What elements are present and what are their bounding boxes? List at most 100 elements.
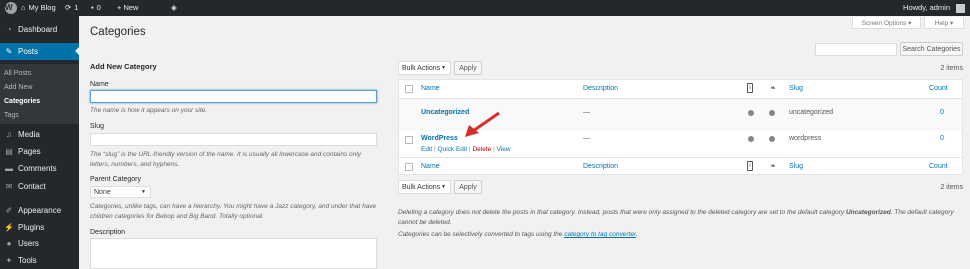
admin-sidebar: ◔ Dashboard ✎ Posts All Posts Add New Ca… bbox=[0, 16, 79, 269]
chevron-down-icon: ▼ bbox=[141, 189, 146, 195]
home-icon: ⌂ bbox=[21, 3, 26, 12]
row-checkbox[interactable] bbox=[405, 136, 413, 144]
sidebar-item-label: Posts bbox=[18, 47, 39, 56]
items-count-bottom: 2 items bbox=[940, 184, 963, 191]
screen-options-label: Screen Options ▾ bbox=[861, 19, 912, 27]
column-count[interactable]: Count bbox=[929, 85, 948, 92]
plug-icon: ⚡ bbox=[4, 223, 14, 232]
category-to-tag-converter-link[interactable]: category to tag converter bbox=[564, 231, 636, 238]
bulk-actions-select-bottom[interactable]: Bulk Actions ▼ bbox=[398, 180, 451, 194]
chevron-down-icon: ▼ bbox=[441, 184, 446, 190]
avatar bbox=[956, 3, 965, 13]
mail-icon: ✉ bbox=[5, 182, 13, 191]
diamond-icon[interactable]: ◈ bbox=[171, 0, 177, 16]
posts-status-icon: i bbox=[747, 161, 753, 171]
screen-options-button[interactable]: Screen Options ▾ bbox=[852, 17, 921, 29]
help-button[interactable]: Help ▾ bbox=[924, 17, 964, 29]
sidebar-item-label: Dashboard bbox=[18, 25, 58, 34]
delete-note-text: Deleting a category does not delete the … bbox=[398, 209, 846, 216]
table-row: WordPress — wordpress 0 Edit | Quick Edi… bbox=[399, 111, 962, 157]
default-category-name: Uncategorized bbox=[845, 209, 891, 216]
convert-note: Categories can be selectively converted … bbox=[398, 230, 963, 240]
sidebar-item-plugins[interactable]: ⚡ Plugins bbox=[0, 219, 79, 236]
delete-note: Deleting a category does not delete the … bbox=[398, 208, 963, 227]
pin-icon: ✎ bbox=[5, 47, 13, 56]
slug-label: Slug bbox=[90, 123, 105, 130]
column-count[interactable]: Count bbox=[929, 163, 948, 170]
search-button-label: Search Categories bbox=[902, 45, 961, 53]
page-title: Categories bbox=[90, 26, 146, 38]
row-slug: wordpress bbox=[789, 135, 822, 142]
comments-link[interactable]: ▪ 0 bbox=[91, 0, 101, 16]
column-description[interactable]: Description bbox=[583, 163, 618, 170]
sidebar-item-posts[interactable]: ✎ Posts bbox=[0, 43, 79, 60]
sidebar-item-label: Media bbox=[18, 130, 40, 139]
apply-button-top[interactable]: Apply bbox=[454, 61, 482, 75]
feather-icon: ❧ bbox=[770, 163, 776, 170]
row-name-link[interactable]: WordPress bbox=[421, 135, 458, 142]
categories-table: Name Description i ❧ Slug Count Uncatego… bbox=[398, 79, 963, 175]
sidebar-item-dashboard[interactable]: ◔ Dashboard bbox=[0, 21, 79, 38]
users-icon: ● bbox=[6, 239, 12, 248]
sidebar-item-contact[interactable]: ✉ Contact bbox=[0, 178, 79, 195]
column-name[interactable]: Name bbox=[421, 85, 440, 92]
row-count-link[interactable]: 0 bbox=[940, 135, 944, 142]
select-all-checkbox-bottom[interactable] bbox=[405, 163, 413, 171]
column-description[interactable]: Description bbox=[583, 85, 618, 92]
sidebar-item-label: Pages bbox=[18, 147, 41, 156]
search-categories-button[interactable]: Search Categories bbox=[900, 42, 963, 56]
separator: | bbox=[493, 146, 495, 153]
howdy-text: Howdy, admin bbox=[903, 3, 950, 12]
sidebar-item-comments[interactable]: ▬ Comments bbox=[0, 160, 79, 177]
row-name-link[interactable]: Uncategorized bbox=[421, 109, 469, 116]
sidebar-item-label: Plugins bbox=[18, 223, 45, 232]
delete-link[interactable]: Delete bbox=[472, 146, 491, 153]
name-input[interactable] bbox=[90, 90, 377, 103]
submenu-add-new[interactable]: Add New bbox=[4, 84, 32, 91]
parent-category-select[interactable]: None ▼ bbox=[90, 186, 151, 198]
posts-status-icon: i bbox=[747, 83, 753, 93]
column-name[interactable]: Name bbox=[421, 163, 440, 170]
convert-note-text: Categories can be selectively converted … bbox=[398, 231, 565, 238]
sidebar-item-label: Tools bbox=[18, 256, 37, 265]
slug-input[interactable] bbox=[90, 133, 377, 146]
status-dot-icon bbox=[748, 110, 754, 116]
column-slug[interactable]: Slug bbox=[789, 85, 803, 92]
status-dot-icon bbox=[769, 136, 775, 142]
edit-link[interactable]: Edit bbox=[421, 146, 432, 153]
sidebar-item-pages[interactable]: ▤ Pages bbox=[0, 143, 79, 160]
site-name-link[interactable]: ⌂ My Blog bbox=[21, 0, 56, 16]
wrench-icon: ✦ bbox=[5, 256, 13, 265]
apply-button-bottom[interactable]: Apply bbox=[454, 180, 482, 194]
help-label: Help ▾ bbox=[934, 19, 954, 27]
comments-count: 0 bbox=[96, 3, 101, 12]
sidebar-item-media[interactable]: ♫ Media bbox=[0, 126, 79, 143]
updates-count: 1 bbox=[74, 3, 79, 12]
sidebar-item-appearance[interactable]: ✐ Appearance bbox=[0, 202, 79, 219]
sidebar-item-tools[interactable]: ✦ Tools bbox=[0, 252, 79, 269]
description-label: Description bbox=[90, 229, 126, 236]
submenu-tags[interactable]: Tags bbox=[4, 112, 19, 119]
wordpress-logo-icon[interactable]: W bbox=[5, 2, 17, 14]
parent-category-hint: Categories, unlike tags, can have a hier… bbox=[90, 203, 377, 220]
column-slug[interactable]: Slug bbox=[789, 163, 803, 170]
submenu-categories[interactable]: Categories bbox=[4, 98, 40, 105]
updates-link[interactable]: ⟳ 1 bbox=[65, 0, 78, 16]
search-input[interactable] bbox=[815, 43, 897, 56]
chevron-down-icon: ▼ bbox=[441, 65, 446, 71]
account-menu[interactable]: Howdy, admin bbox=[903, 0, 965, 16]
select-all-checkbox[interactable] bbox=[405, 85, 413, 93]
bulk-actions-select-top[interactable]: Bulk Actions ▼ bbox=[398, 61, 451, 75]
status-dot-icon bbox=[748, 136, 754, 142]
sidebar-item-label: Contact bbox=[18, 182, 46, 191]
submenu-all-posts[interactable]: All Posts bbox=[4, 70, 31, 77]
quick-edit-link[interactable]: Quick Edit bbox=[438, 146, 468, 153]
row-count-link[interactable]: 0 bbox=[940, 109, 944, 116]
sidebar-item-users[interactable]: ● Users bbox=[0, 235, 79, 252]
new-content-link[interactable]: + New bbox=[117, 0, 138, 16]
name-label: Name bbox=[90, 81, 109, 88]
sidebar-item-label: Appearance bbox=[18, 206, 62, 215]
row-slug: uncategorized bbox=[789, 109, 833, 116]
view-link[interactable]: View bbox=[497, 146, 511, 153]
description-textarea[interactable] bbox=[90, 238, 377, 269]
